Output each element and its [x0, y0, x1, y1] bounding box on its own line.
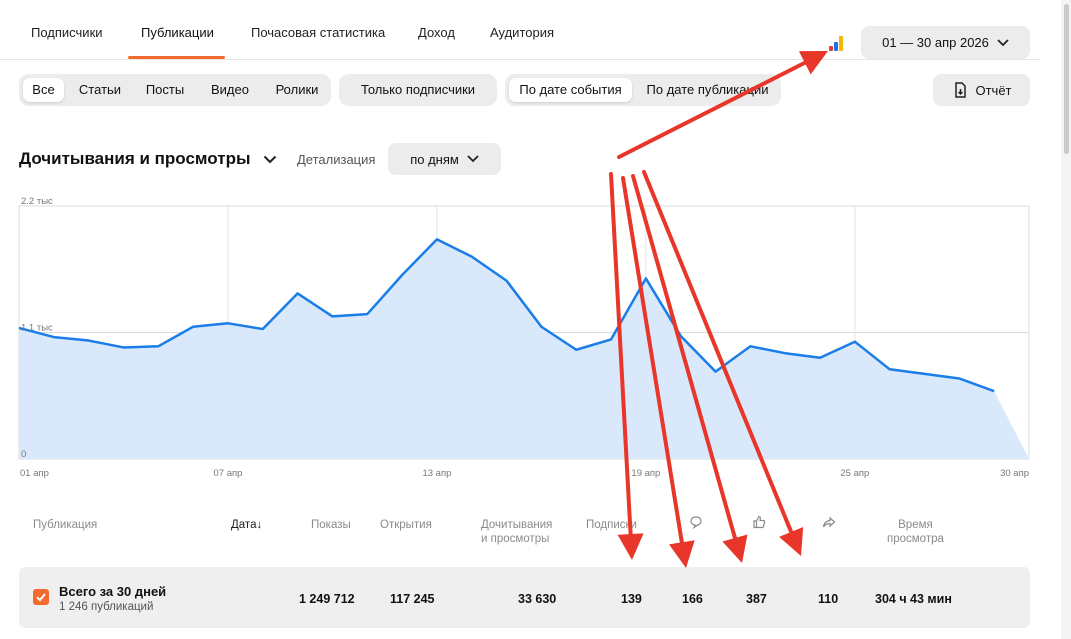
scrollbar[interactable]	[1061, 0, 1071, 639]
col-date-label: Дата	[231, 519, 257, 531]
date-range-label: 01 — 30 апр 2026	[882, 35, 989, 50]
arrow-to-shares-head	[779, 527, 804, 556]
col-date[interactable]: Дата↓	[231, 518, 262, 532]
sort-down-icon: ↓	[256, 519, 263, 531]
subscribers-only-toggle[interactable]: Только подписчики	[339, 74, 497, 106]
select-all-checkbox[interactable]	[33, 589, 49, 605]
arrow-to-likes-head	[722, 534, 748, 563]
mode-by-event-date[interactable]: По дате события	[509, 78, 632, 102]
chart-title-text: Дочитывания и просмотры	[19, 149, 251, 168]
summary-shares: 110	[818, 592, 839, 606]
check-icon	[36, 593, 46, 602]
report-label: Отчёт	[975, 82, 1012, 98]
arrow-to-comments-head	[669, 540, 695, 568]
chevron-down-icon	[997, 38, 1009, 46]
col-reads-line2: и просмотры	[481, 533, 550, 545]
y-tick-label: 0	[21, 449, 26, 460]
mode-by-publication-date[interactable]: По дате публикации	[636, 78, 779, 102]
col-impressions[interactable]: Показы	[311, 518, 351, 532]
scrollbar-thumb[interactable]	[1064, 4, 1069, 154]
comment-icon[interactable]	[689, 515, 703, 529]
bar-chart-icon[interactable]	[828, 35, 846, 51]
detail-label: Детализация	[297, 152, 376, 167]
col-subscriptions[interactable]: Подписки	[586, 518, 637, 532]
summary-subtitle: 1 246 публикаций	[59, 601, 154, 613]
active-tab-indicator	[128, 56, 225, 59]
subscribers-only-label: Только подписчики	[360, 82, 476, 97]
filter-shorts[interactable]: Ролики	[268, 78, 326, 102]
summary-opens: 117 245	[390, 592, 435, 606]
content-type-filter: Все Статьи Посты Видео Ролики	[19, 74, 331, 106]
col-watch-time[interactable]: Время просмотра	[887, 518, 944, 546]
col-watch-time-line2: просмотра	[887, 533, 944, 545]
chevron-down-icon	[263, 155, 277, 164]
col-publication: Публикация	[33, 519, 98, 531]
x-tick-label: 07 апр	[214, 468, 243, 479]
col-reads-line1: Дочитывания	[481, 519, 553, 531]
report-button[interactable]: Отчёт	[933, 74, 1030, 106]
tab-subscribers[interactable]: Подписчики	[31, 25, 103, 40]
summary-row[interactable]: Всего за 30 дней 1 246 публикаций 1 249 …	[19, 567, 1030, 628]
y-tick-label: 2.2 тыс	[21, 196, 53, 207]
date-range-button[interactable]: 01 — 30 апр 2026	[861, 26, 1030, 59]
col-watch-time-line1: Время	[898, 519, 933, 531]
x-tick-label: 01 апр	[20, 468, 49, 479]
detail-dropdown[interactable]: по дням	[388, 143, 501, 175]
col-reads[interactable]: Дочитывания и просмотры	[481, 518, 552, 546]
filter-all[interactable]: Все	[23, 78, 64, 102]
report-file-icon	[955, 82, 967, 98]
y-tick-label: 1.1 тыс	[21, 323, 53, 334]
col-opens[interactable]: Открытия	[380, 518, 432, 532]
x-tick-label: 30 апр	[1000, 468, 1029, 479]
tab-publications[interactable]: Публикации	[141, 25, 214, 40]
summary-likes: 387	[746, 592, 767, 606]
filter-articles[interactable]: Статьи	[72, 78, 128, 102]
summary-watch-time: 304 ч 43 мин	[875, 592, 952, 606]
tab-audience[interactable]: Аудитория	[490, 25, 554, 40]
like-icon[interactable]	[752, 515, 766, 529]
filter-posts[interactable]: Посты	[138, 78, 192, 102]
share-icon[interactable]	[822, 515, 836, 529]
reads-views-chart: 2.2 тыс 1.1 тыс 0 01 апр 07 апр 13 апр 19 апр 2…	[18, 196, 1030, 479]
x-tick-label: 13 апр	[422, 468, 451, 479]
x-tick-label: 25 апр	[840, 468, 869, 479]
arrow-to-subscriptions-head	[617, 533, 644, 560]
summary-reads: 33 630	[518, 592, 557, 606]
summary-title: Всего за 30 дней	[59, 584, 167, 599]
summary-impressions: 1 249 712	[299, 592, 355, 606]
area-fill	[19, 239, 1029, 459]
filter-video[interactable]: Видео	[202, 78, 258, 102]
summary-subscriptions: 139	[621, 592, 642, 606]
date-mode-filter: По дате события По дате публикации	[505, 74, 781, 106]
chevron-down-icon	[467, 155, 479, 163]
detail-value: по дням	[410, 151, 459, 167]
summary-comments: 166	[682, 592, 703, 606]
tab-income[interactable]: Доход	[418, 25, 455, 40]
x-tick-label: 19 апр	[631, 468, 660, 479]
chart-title[interactable]: Дочитывания и просмотры	[19, 149, 277, 169]
tab-hourly-stats[interactable]: Почасовая статистика	[251, 25, 385, 40]
